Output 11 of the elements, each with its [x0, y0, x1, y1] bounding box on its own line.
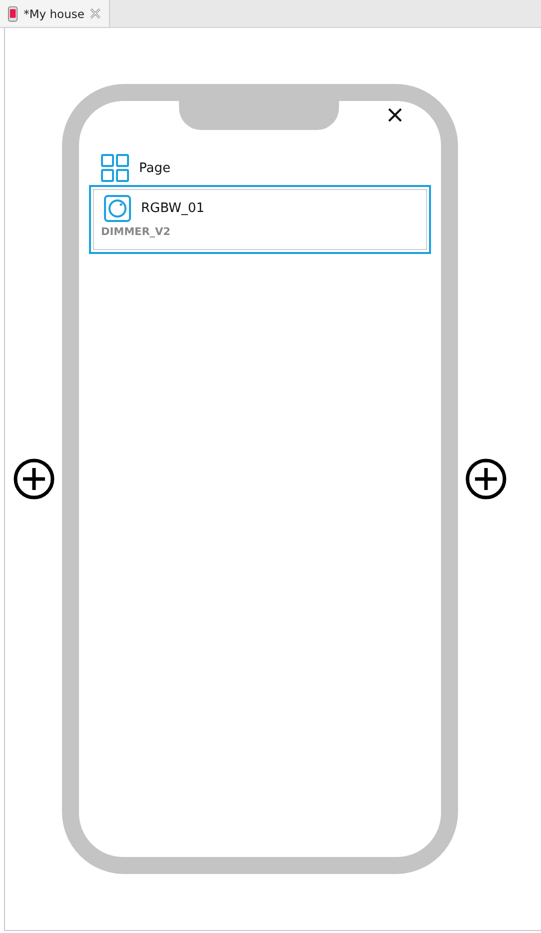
dimmer-icon	[104, 195, 131, 222]
page-label: Page	[139, 160, 170, 176]
phone-icon	[8, 6, 18, 22]
add-icon[interactable]	[465, 458, 507, 500]
add-icon[interactable]	[13, 458, 55, 500]
grid-icon	[101, 154, 129, 182]
close-icon[interactable]	[387, 107, 403, 123]
widget-name: RGBW_01	[141, 201, 204, 216]
document-tab[interactable]: *My house	[0, 0, 110, 27]
widget-card[interactable]: RGBW_01 DIMMER_V2	[89, 185, 431, 254]
widget-type: DIMMER_V2	[100, 225, 172, 238]
